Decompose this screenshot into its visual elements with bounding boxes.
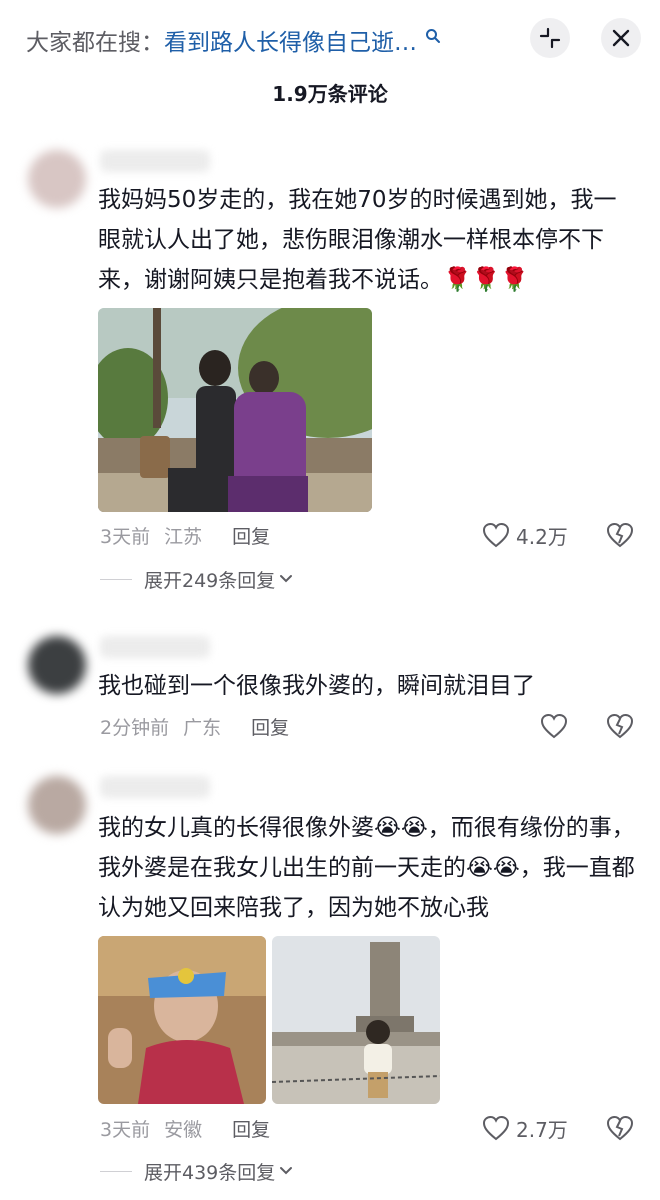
collapse-button[interactable] <box>530 18 570 58</box>
avatar[interactable] <box>28 636 86 694</box>
reply-button[interactable]: 回复 <box>251 713 289 740</box>
close-button[interactable] <box>601 18 641 58</box>
trending-search-topic[interactable]: 看到路人长得像自己逝… <box>164 23 417 57</box>
divider-line <box>100 578 132 580</box>
comment-location: 安徽 <box>164 1118 203 1141</box>
comment-photo[interactable] <box>272 936 440 1104</box>
comment-time: 3天前 <box>100 1118 151 1141</box>
close-icon <box>612 29 630 47</box>
comment-time: 3天前 <box>100 525 151 548</box>
broken-heart-icon <box>606 522 634 548</box>
comment-meta: 3天前 安徽 回复 <box>100 1113 270 1143</box>
comment-time: 2分钟前 <box>100 716 170 739</box>
comment-meta: 2分钟前 广东 回复 <box>100 711 289 741</box>
chevron-down-icon <box>280 1167 293 1175</box>
comment-count: 1.9万条评论 <box>272 82 388 106</box>
heart-icon <box>482 522 510 548</box>
like-button[interactable] <box>540 711 574 741</box>
expand-replies-label: 展开439条回复 <box>144 1161 276 1184</box>
broken-heart-icon <box>606 713 634 739</box>
avatar[interactable] <box>28 150 86 208</box>
reply-button[interactable]: 回复 <box>232 1115 270 1142</box>
expand-replies-label: 展开249条回复 <box>144 569 276 592</box>
heart-icon <box>540 713 568 739</box>
comment-photo[interactable] <box>98 936 266 1104</box>
expand-replies-button[interactable]: 展开249条回复 <box>100 564 293 594</box>
comment-text: 我妈妈50岁走的，我在她70岁的时候遇到她，我一眼就认人出了她，悲伤眼泪像潮水一… <box>98 187 617 293</box>
dislike-button[interactable] <box>605 1113 635 1143</box>
comment-photo[interactable] <box>98 308 372 512</box>
comment-text: 我也碰到一个很像我外婆的，瞬间就泪目了 <box>98 673 535 699</box>
comment-location: 江苏 <box>164 525 203 548</box>
avatar[interactable] <box>28 776 86 834</box>
collapse-icon <box>539 27 561 49</box>
comment-meta: 3天前 江苏 回复 <box>100 520 270 550</box>
username[interactable] <box>100 150 210 172</box>
broken-heart-icon <box>606 1115 634 1141</box>
expand-replies-button[interactable]: 展开439条回复 <box>100 1156 293 1186</box>
reply-button[interactable]: 回复 <box>232 522 270 549</box>
trending-search-link[interactable]: 大家都在搜： 看到路人长得像自己逝… <box>26 22 445 58</box>
like-count: 4.2万 <box>516 524 568 549</box>
search-icon <box>425 24 445 44</box>
username[interactable] <box>100 776 210 798</box>
heart-icon <box>482 1115 510 1141</box>
trending-search-prefix: 大家都在搜： <box>26 30 164 56</box>
like-button[interactable]: 2.7万 <box>482 1113 568 1143</box>
comment-location: 广东 <box>183 716 222 739</box>
dislike-button[interactable] <box>605 520 635 550</box>
comment-text: 我的女儿真的长得很像外婆😭😭，而很有缘份的事，我外婆是在我女儿出生的前一天走的😭… <box>98 815 635 921</box>
top-bar: 大家都在搜： 看到路人长得像自己逝… <box>0 0 660 78</box>
like-button[interactable]: 4.2万 <box>482 520 568 550</box>
like-count: 2.7万 <box>516 1117 568 1142</box>
username[interactable] <box>100 636 210 658</box>
dislike-button[interactable] <box>605 711 635 741</box>
chevron-down-icon <box>280 575 293 583</box>
divider-line <box>100 1170 132 1172</box>
